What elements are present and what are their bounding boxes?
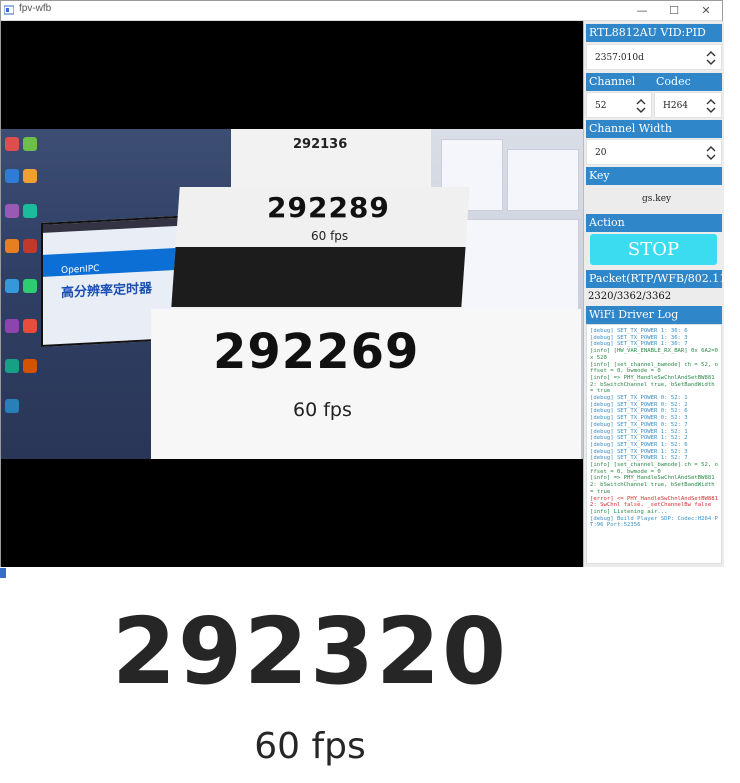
- chevron-updown-icon: [635, 96, 647, 116]
- log-line: [debug] SET_TX_POWER 1: 52: 6: [590, 441, 688, 448]
- channel-header: Channel: [589, 75, 636, 88]
- log-line: [info] Listening air...: [590, 508, 668, 515]
- codec-value: H264: [663, 101, 689, 111]
- log-line: [debug] SET_TX_POWER 1: 36: 3: [590, 334, 688, 341]
- log-line: [debug] SET_TX_POWER 0: 52: 2: [590, 401, 688, 408]
- key-field[interactable]: gs.key: [586, 186, 722, 212]
- driver-log[interactable]: [debug] SET_TX_POWER 1: 36: 6 [debug] SET…: [586, 324, 722, 564]
- fps-label: 60 fps: [254, 726, 366, 767]
- maximize-button[interactable]: ☐: [659, 1, 689, 20]
- log-header: WiFi Driver Log: [586, 306, 722, 324]
- log-line: [debug] Build Player SDP: Codec:H264 PT:…: [590, 515, 718, 529]
- adapter-value: 2357:010d: [595, 53, 644, 63]
- log-line: [info] => PHY_HandleSwChnlAndSetBW8812: …: [590, 475, 718, 495]
- key-value: gs.key: [642, 194, 672, 204]
- chevron-updown-icon: [705, 143, 717, 163]
- frame-counter: 292320: [111, 598, 509, 705]
- log-line: [info] [set_channel_bwmode] ch = 52, off…: [590, 361, 718, 375]
- close-button[interactable]: ✕: [691, 1, 721, 20]
- video-frame: OpenIPC 高分辨率定时器 292136 292289 60 fps 292…: [1, 129, 583, 459]
- key-header: Key: [586, 167, 722, 185]
- card-number: 292289: [267, 191, 390, 224]
- main-video-fps: 60 fps: [293, 399, 352, 421]
- log-line: [debug] SET_TX_POWER 1: 36: 7: [590, 341, 688, 348]
- log-line: [debug] SET_TX_POWER 0: 52: 3: [590, 415, 688, 422]
- width-header: Channel Width: [586, 120, 722, 138]
- log-line: [debug] SET_TX_POWER 1: 52: 7: [590, 455, 688, 462]
- log-line: [debug] SET_TX_POWER 0: 52: 1: [590, 395, 688, 402]
- channel-value: 52: [595, 101, 607, 111]
- adapter-header: RTL8812AU VID:PID: [586, 24, 722, 42]
- adapter-select[interactable]: 2357:010d: [586, 44, 722, 70]
- top-number: 292136: [293, 137, 348, 152]
- log-line: [error] <= PHY_HandleSwChnlAndSetBW8812:…: [590, 495, 718, 509]
- log-line: [debug] SET_TX_POWER 1: 52: 2: [590, 435, 688, 442]
- card-fps: 60 fps: [311, 229, 349, 243]
- codec-header: Codec: [656, 75, 691, 88]
- brand-label: OpenIPC: [61, 263, 100, 276]
- title-bar[interactable]: fpv-wfb — ☐ ✕: [1, 1, 722, 21]
- width-select[interactable]: 20: [586, 139, 722, 165]
- codec-select[interactable]: H264: [654, 92, 722, 118]
- log-line: [info] [set_channel_bwmode] ch = 52, off…: [590, 462, 718, 475]
- app-window: fpv-wfb — ☐ ✕ OpenIPC 高分辨率定时器 292136 292…: [0, 0, 731, 567]
- log-line: [debug] SET_TX_POWER 0: 52: 7: [590, 421, 688, 428]
- packet-header: Packet(RTP/WFB/802.11): [586, 270, 731, 288]
- main-video-number: 292269: [213, 324, 420, 380]
- chevron-updown-icon: [705, 96, 717, 116]
- video-feed: OpenIPC 高分辨率定时器 292136 292289 60 fps 292…: [1, 21, 583, 567]
- log-line: [debug] SET_TX_POWER 1: 52: 1: [590, 428, 688, 435]
- log-line: [info] [HW_VAR_ENABLE_RX_BAR] 0x 6A2=0x …: [590, 348, 718, 361]
- channel-codec-header: Channel Codec: [586, 73, 722, 91]
- log-line: [debug] SET_TX_POWER 1: 52: 3: [590, 448, 688, 455]
- minimize-button[interactable]: —: [627, 1, 657, 20]
- action-header: Action: [586, 214, 722, 232]
- width-value: 20: [595, 148, 607, 158]
- chevron-updown-icon: [705, 48, 717, 68]
- log-line: [debug] SET_TX_POWER 0: 52: 6: [590, 408, 688, 415]
- control-panel: RTL8812AU VID:PID 2357:010d Channel Code…: [583, 21, 731, 567]
- log-line: [info] => PHY_HandleSwChnlAndSetBW8812: …: [590, 374, 718, 395]
- stop-button[interactable]: STOP: [590, 234, 717, 265]
- log-line: [debug] SET_TX_POWER 1: 36: 6: [590, 328, 688, 334]
- packet-value: 2320/3362/3362: [588, 291, 672, 302]
- app-icon: [4, 5, 14, 15]
- monitor-heading: 高分辨率定时器: [61, 281, 153, 301]
- window-title: fpv-wfb: [19, 3, 52, 14]
- channel-select[interactable]: 52: [586, 92, 652, 118]
- desktop-marker: [0, 568, 6, 578]
